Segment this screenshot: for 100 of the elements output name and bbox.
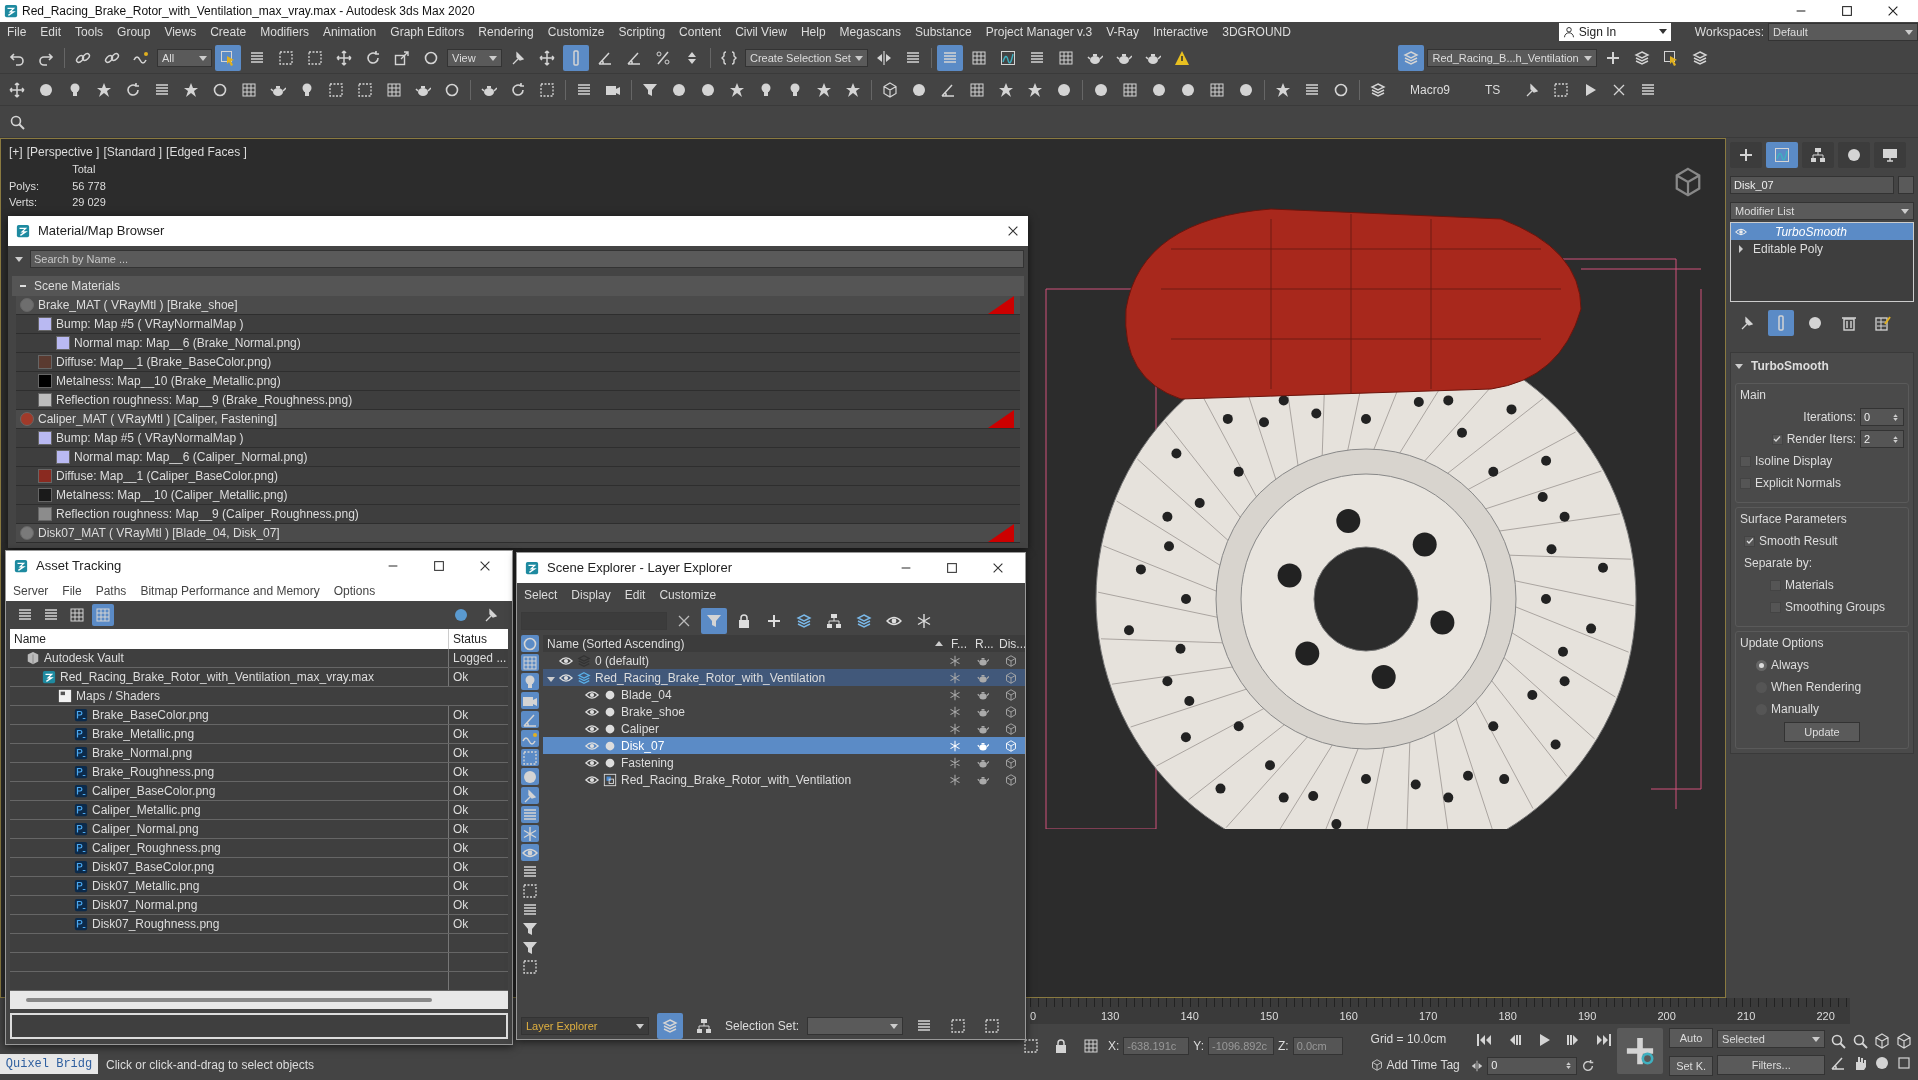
add-time-tag-button[interactable]: Add Time Tag [1386, 1056, 1460, 1074]
set-key-mode-button[interactable]: Set K. [1669, 1056, 1714, 1076]
material-tree-item[interactable]: Disk07_MAT ( VRayMtl ) [Blade_04, Disk_07] [16, 524, 1020, 543]
object-name-field[interactable]: Disk_07 [1730, 176, 1894, 194]
viewport-label[interactable]: [Edged Faces ] [166, 143, 247, 161]
material-tree-item[interactable]: Normal map: Map__6 (Caliper_Normal.png) [16, 448, 1020, 467]
viewport-label[interactable]: [Perspective ] [26, 143, 100, 161]
viewport-label[interactable]: [+] [9, 143, 23, 161]
render-iters-spinner[interactable]: 2 [1860, 430, 1904, 448]
asset-name[interactable]: Disk07_Roughness.png [92, 915, 220, 933]
menu-item[interactable]: Edit [617, 585, 653, 605]
material-group-header[interactable]: Scene Materials [12, 276, 1024, 296]
menu-item[interactable]: Display [564, 585, 618, 605]
scene-tree-row[interactable]: Fastening [543, 754, 1025, 771]
workspaces-dropdown[interactable]: Default [1768, 23, 1918, 41]
material-tree-item[interactable]: Diffuse: Map__1 (Brake_BaseColor.png) [16, 353, 1020, 372]
material-tree-item[interactable]: Reflection roughness: Map__9 (Brake_Roughness.png) [16, 391, 1020, 410]
menu-item[interactable]: Paths [88, 581, 134, 601]
asset-name[interactable]: Brake_Metallic.png [92, 725, 195, 743]
material-tree-item[interactable]: Diffuse: Map__1 (Caliper_BaseColor.png) [16, 467, 1020, 486]
menu-item[interactable]: Project Manager v.3 [978, 22, 1100, 42]
menu-item[interactable]: 3DGROUND [1215, 22, 1298, 42]
auto-key-button[interactable]: Auto [1669, 1028, 1714, 1048]
script-label[interactable]: TS [1469, 80, 1517, 99]
material-tree-item[interactable]: Metalness: Map__10 (Brake_Metallic.png) [16, 372, 1020, 391]
asset-name[interactable]: Autodesk Vault [44, 649, 124, 667]
scene-tree-row[interactable]: Blade_04 [543, 686, 1025, 703]
menu-item[interactable]: V-Ray [1099, 22, 1146, 42]
column-header[interactable]: R... [971, 634, 995, 653]
viewport-label[interactable]: [Standard ] [103, 143, 163, 161]
update-button[interactable]: Update [1784, 722, 1860, 742]
scene-tree-row[interactable]: 0 (default) [543, 652, 1025, 669]
menu-item[interactable]: Interactive [1145, 22, 1216, 42]
asset-name[interactable]: Disk07_BaseColor.png [92, 858, 215, 876]
material-tree-item[interactable]: Metalness: Map__10 (Caliper_Metallic.png) [16, 486, 1020, 505]
sign-in-dropdown[interactable]: Sign In [1558, 23, 1671, 41]
menu-item[interactable]: Graph Editors [383, 22, 472, 42]
asset-name[interactable]: Caliper_BaseColor.png [92, 782, 216, 800]
menu-item[interactable]: Tools [68, 22, 111, 42]
menu-item[interactable]: Select [517, 585, 565, 605]
modifier-list-dropdown[interactable]: Modifier List [1730, 202, 1914, 220]
iterations-spinner[interactable]: 0 [1860, 408, 1904, 426]
scene-tree-row[interactable]: Brake_shoe [543, 703, 1025, 720]
column-header[interactable]: Name (Sorted Ascending) [543, 634, 935, 653]
scene-tree-row[interactable]: Disk_07 [543, 737, 1025, 754]
asset-name[interactable]: Disk07_Normal.png [92, 896, 198, 914]
menu-item[interactable]: Content [672, 22, 729, 42]
material-tree-item[interactable]: Caliper_MAT ( VRayMtl ) [Caliper, Fastening] [16, 410, 1020, 429]
menu-item[interactable]: Group [110, 22, 158, 42]
menu-item[interactable]: Scripting [611, 22, 673, 42]
explorer-dropdown[interactable]: Layer Explorer [521, 1017, 649, 1035]
macro-label[interactable]: Macro9 [1394, 80, 1466, 99]
menu-item[interactable]: Edit [33, 22, 69, 42]
layer-dropdown[interactable]: Red_Racing_B...h_Ventilation [1427, 48, 1598, 67]
column-header[interactable]: Name [10, 629, 448, 649]
filters-button[interactable]: Filters... [1717, 1054, 1826, 1075]
menu-item[interactable]: Animation [315, 22, 384, 42]
column-header[interactable]: F... [947, 634, 971, 653]
asset-name[interactable]: Red_Racing_Brake_Rotor_with_Ventilation_max_vray.max [60, 668, 374, 686]
modifier-stack-item[interactable]: TurboSmooth [1731, 223, 1913, 240]
menu-item[interactable]: Create [203, 22, 254, 42]
material-tree-item[interactable]: Normal map: Map__6 (Brake_Normal.png) [16, 334, 1020, 353]
menu-item[interactable]: Customize [652, 585, 724, 605]
menu-item[interactable]: Substance [908, 22, 979, 42]
material-tree-item[interactable]: Reflection roughness: Map__9 (Caliper_Roughness.png) [16, 505, 1020, 524]
scene-tree-row[interactable]: Red_Racing_Brake_Rotor_with_Ventilation [543, 771, 1025, 788]
rollout-title[interactable]: TurboSmooth [1751, 357, 1829, 375]
scene-tree-row[interactable]: Red_Racing_Brake_Rotor_with_Ventilation [543, 669, 1025, 686]
menu-item[interactable]: Server [6, 581, 56, 601]
selection-set-dropdown[interactable]: Create Selection Set [745, 48, 868, 67]
asset-name[interactable]: Caliper_Metallic.png [92, 801, 201, 819]
menu-item[interactable]: Customize [540, 22, 612, 42]
asset-name[interactable]: Maps / Shaders [76, 687, 161, 705]
menu-item[interactable]: Options [326, 581, 383, 601]
asset-name[interactable]: Brake_BaseColor.png [92, 706, 209, 724]
modifier-stack-item[interactable]: Editable Poly [1731, 240, 1913, 257]
asset-name[interactable]: Disk07_Metallic.png [92, 877, 200, 895]
asset-name[interactable]: Brake_Normal.png [92, 744, 193, 762]
timeline-ruler[interactable]: 0 130 140 150 160 170 180 190 200 210 220 [1030, 998, 1850, 1024]
menu-item[interactable]: File [0, 22, 34, 42]
menu-item[interactable]: Rendering [471, 22, 541, 42]
scene-tree-row[interactable]: Caliper [543, 720, 1025, 737]
material-tree-item[interactable]: Bump: Map #5 ( VRayNormalMap ) [16, 315, 1020, 334]
asset-name[interactable]: Caliper_Normal.png [92, 820, 199, 838]
asset-name[interactable]: Caliper_Roughness.png [92, 839, 221, 857]
menu-item[interactable]: Megascans [832, 22, 908, 42]
search-field[interactable]: Search by Name ... [30, 250, 1024, 268]
quixel-bridge-button[interactable]: Quixel Bridg [0, 1054, 98, 1074]
key-filter-dropdown[interactable]: Selected [1717, 1029, 1826, 1048]
menu-item[interactable]: Help [793, 22, 833, 42]
menu-item[interactable]: Civil View [728, 22, 794, 42]
menu-item[interactable]: Bitmap Performance and Memory [133, 581, 327, 601]
asset-name[interactable]: Brake_Roughness.png [92, 763, 215, 781]
column-header[interactable]: Dis... [995, 634, 1025, 653]
coordinate-system-dropdown[interactable]: View [447, 48, 502, 67]
material-tree-item[interactable]: Brake_MAT ( VRayMtl ) [Brake_shoe] [16, 296, 1020, 315]
material-tree-item[interactable]: Bump: Map #5 ( VRayNormalMap ) [16, 429, 1020, 448]
selection-filter-dropdown[interactable]: All [157, 48, 212, 67]
frame-spinner[interactable]: 0 [1487, 1056, 1578, 1075]
menu-item[interactable]: File [55, 581, 89, 601]
